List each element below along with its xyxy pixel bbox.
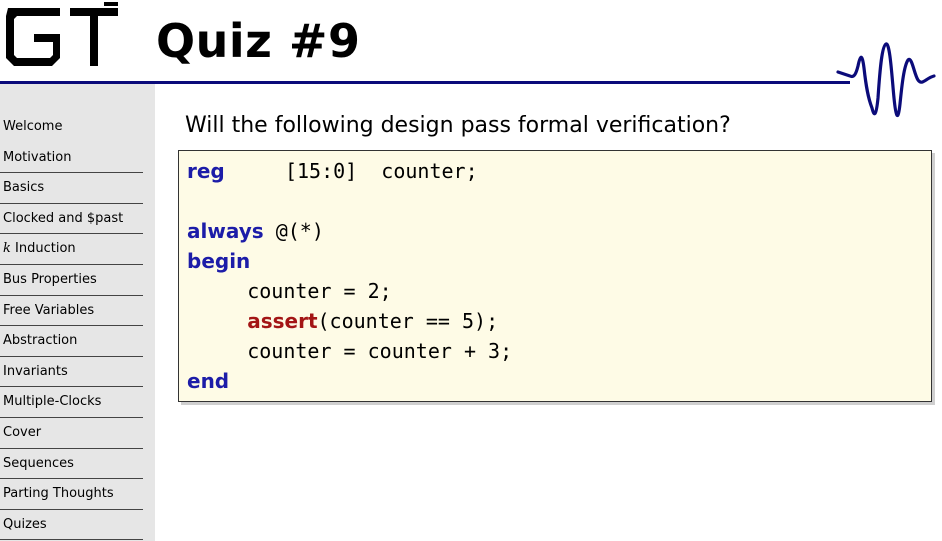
sidebar-item-label: Invariants <box>3 363 68 379</box>
page-title: Quiz #9 <box>156 14 361 68</box>
code-keyword: always <box>187 219 264 243</box>
sidebar-item-welcome[interactable]: Welcome <box>0 112 143 143</box>
sidebar-item-free-variables[interactable]: Free Variables <box>0 296 143 327</box>
code-text: counter = counter + 3; <box>187 339 513 363</box>
sidebar-item-multiple-clocks[interactable]: Multiple-Clocks <box>0 387 143 418</box>
sidebar-item-clocked-and-past[interactable]: Clocked and $past <box>0 204 143 235</box>
sidebar-item-label: Clocked and $past <box>3 210 124 226</box>
code-line: end <box>187 366 229 396</box>
waveform-icon <box>836 42 936 117</box>
sidebar-item-label: Multiple-Clocks <box>3 394 102 410</box>
code-line: begin <box>187 246 250 276</box>
code-text: counter = 2; <box>187 279 392 303</box>
question-text: Will the following design pass formal ve… <box>185 113 731 138</box>
code-text: (counter == 5); <box>317 309 499 333</box>
code-text: @(*) <box>263 219 324 243</box>
sidebar-item-invariants[interactable]: Invariants <box>0 357 143 388</box>
sidebar-item-label: Free Variables <box>3 302 95 318</box>
sidebar-item-parting-thoughts[interactable]: Parting Thoughts <box>0 479 143 510</box>
sidebar-item-label: Cover <box>3 424 42 440</box>
sidebar-item-label: Sequences <box>3 455 74 471</box>
code-keyword: end <box>187 369 230 393</box>
code-line: counter = counter + 3; <box>187 336 512 366</box>
sidebar-item-label: Welcome <box>3 119 63 134</box>
sidebar-item-cover[interactable]: Cover <box>0 418 143 449</box>
sidebar-item-abstraction[interactable]: Abstraction <box>0 326 143 357</box>
sidebar-item-label: Basics <box>3 180 45 196</box>
sidebar-item-k-induction[interactable]: k Induction <box>0 234 143 265</box>
code-keyword: begin <box>187 249 251 273</box>
sidebar-item-label: Motivation <box>3 149 72 165</box>
code-keyword: reg <box>187 159 225 183</box>
sidebar-item-label: Quizes <box>3 516 47 532</box>
code-line: counter = 2; <box>187 276 392 306</box>
sidebar-item-label: Parting Thoughts <box>3 486 114 502</box>
sidebar-item-bus-properties[interactable]: Bus Properties <box>0 265 143 296</box>
sidebar-item-label-prefix: k <box>3 241 11 257</box>
sidebar-item-motivation[interactable]: Motivation <box>0 143 143 174</box>
code-line: reg [15:0] counter; <box>187 156 478 186</box>
code-text: [15:0] counter; <box>224 159 478 183</box>
code-keyword-assert: assert <box>247 309 318 333</box>
code-line: always @(*) <box>187 216 324 246</box>
sidebar-item-basics[interactable]: Basics <box>0 173 143 204</box>
slide-header: Quiz #9 <box>0 0 942 117</box>
code-line: assert(counter == 5); <box>187 306 498 336</box>
sidebar-item-label: Bus Properties <box>3 271 97 287</box>
sidebar-item-label: Induction <box>10 241 76 257</box>
sidebar-item-sequences[interactable]: Sequences <box>0 449 143 480</box>
gt-logo <box>6 2 118 66</box>
sidebar-item-quizes[interactable]: Quizes <box>0 510 143 541</box>
sidebar-nav: Welcome Motivation Basics Clocked and $p… <box>0 112 143 541</box>
sidebar-item-label: Abstraction <box>3 333 78 349</box>
sidebar: Welcome Motivation Basics Clocked and $p… <box>0 84 155 541</box>
code-block: reg [15:0] counter; always @(*) begin co… <box>178 150 932 402</box>
